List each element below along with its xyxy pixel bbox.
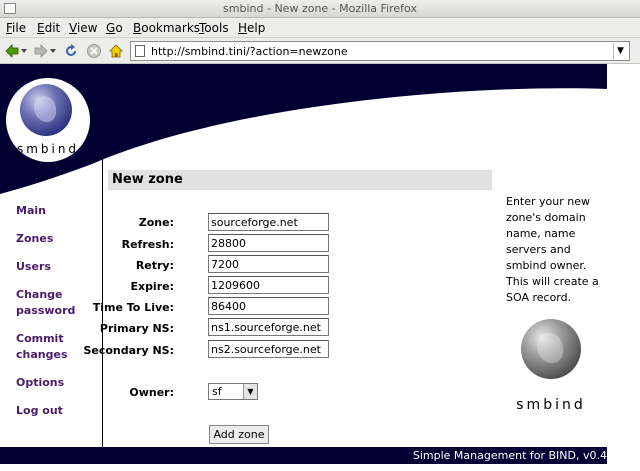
nav-zones[interactable]: Zones: [16, 231, 53, 247]
menu-tools-label: ools: [204, 21, 229, 35]
window-titlebar: smbind - New zone - Mozilla Firefox: [0, 0, 640, 18]
add-zone-button[interactable]: Add zone: [209, 425, 269, 444]
footer-bar: Simple Management for BIND, v0.4: [0, 447, 607, 464]
nav-log-out[interactable]: Log out: [16, 403, 63, 419]
nav-main[interactable]: Main: [16, 203, 46, 219]
menu-go-accel: G: [106, 21, 116, 35]
page-title: New zone: [108, 170, 492, 190]
reload-icon[interactable]: [63, 43, 79, 59]
primary-ns-field[interactable]: [208, 318, 329, 336]
menu-bookmarks-accel: B: [133, 21, 142, 35]
menu-tools[interactable]: Tools: [199, 21, 229, 35]
url-history-dropdown-icon[interactable]: ▼: [613, 43, 627, 59]
secondary-ns-field[interactable]: [208, 340, 329, 358]
help-text: Enter your new zone's domain name, name …: [506, 195, 599, 304]
zone-field[interactable]: [208, 213, 329, 231]
menu-help[interactable]: Help: [238, 21, 265, 35]
menu-go[interactable]: Go: [106, 21, 123, 35]
owner-label: Owner:: [129, 386, 174, 399]
owner-value: sf: [212, 385, 222, 398]
home-icon[interactable]: [108, 43, 124, 59]
expire-field[interactable]: [208, 276, 329, 294]
menu-help-accel: H: [238, 21, 248, 35]
url-bar[interactable]: http://smbind.tini/?action=newzone ▼: [130, 41, 630, 61]
url-text[interactable]: http://smbind.tini/?action=newzone: [151, 45, 348, 58]
forward-dropdown-icon[interactable]: [50, 48, 56, 54]
refresh-field[interactable]: [208, 234, 329, 252]
primary-ns-label: Primary NS:: [99, 322, 174, 335]
retry-field[interactable]: [208, 255, 329, 273]
sidebar-brand: smbind: [516, 397, 586, 413]
menu-bookmarks-label: ookmarks: [141, 21, 201, 35]
expire-label: Expire:: [130, 280, 174, 293]
stop-icon[interactable]: [86, 43, 102, 59]
menu-edit-label: dit: [44, 21, 61, 35]
nav-change-password[interactable]: Change password: [16, 287, 80, 319]
back-icon[interactable]: [4, 43, 20, 59]
menu-edit[interactable]: Edit: [37, 21, 60, 35]
menu-bookmarks[interactable]: Bookmarks: [133, 21, 200, 35]
back-dropdown-icon[interactable]: [21, 48, 27, 54]
navigation-toolbar: http://smbind.tini/?action=newzone ▼: [0, 38, 640, 64]
menu-view-label: iew: [76, 21, 98, 35]
owner-select[interactable]: sf ▼: [208, 383, 258, 400]
zone-label: Zone:: [138, 216, 174, 229]
window-title: smbind - New zone - Mozilla Firefox: [223, 2, 417, 15]
logo-text: smbind: [16, 142, 80, 156]
page-margin: [607, 64, 640, 471]
menu-edit-accel: E: [37, 21, 45, 35]
web-page: smbind Main Zones Users Change password …: [0, 64, 607, 471]
nav-options[interactable]: Options: [16, 375, 64, 391]
page-icon: [135, 45, 145, 57]
menubar: File Edit View Go Bookmarks Tools Help: [0, 18, 640, 38]
refresh-label: Refresh:: [121, 238, 174, 251]
owner-dropdown-icon[interactable]: ▼: [243, 384, 257, 399]
nav-commit-changes[interactable]: Commit changes: [16, 331, 76, 363]
menu-go-label: o: [115, 21, 123, 35]
ttl-field[interactable]: [208, 297, 329, 315]
globe-icon-large: [521, 319, 581, 379]
menu-help-label: elp: [247, 21, 266, 35]
forward-icon[interactable]: [33, 43, 49, 59]
menu-view[interactable]: View: [69, 21, 97, 35]
menu-view-accel: V: [69, 21, 77, 35]
smbind-logo[interactable]: smbind: [6, 78, 90, 162]
menu-file-label: ile: [12, 21, 27, 35]
retry-label: Retry:: [135, 259, 174, 272]
ttl-label: Time To Live:: [92, 301, 174, 314]
nav-users[interactable]: Users: [16, 259, 51, 275]
globe-icon: [20, 84, 72, 136]
footer-text: Simple Management for BIND, v0.4: [412, 449, 607, 462]
secondary-ns-label: Secondary NS:: [83, 344, 174, 357]
menu-file[interactable]: File: [6, 21, 26, 35]
